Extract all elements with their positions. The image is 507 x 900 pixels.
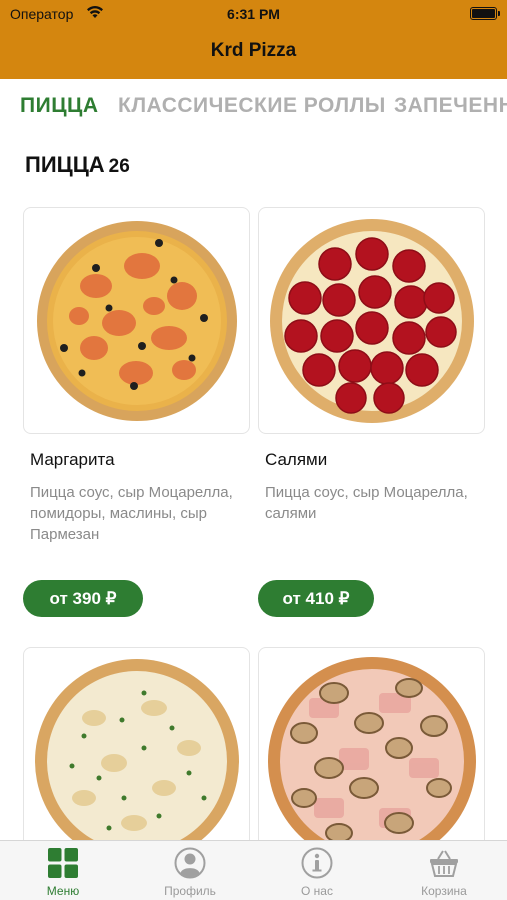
- product-image-salami[interactable]: [258, 207, 485, 434]
- grid-icon: [48, 848, 78, 878]
- nav-cart-label: Корзина: [421, 884, 467, 898]
- section-title-text: ПИЦЦА: [25, 152, 105, 177]
- tab-baked[interactable]: ЗАПЕЧЕННЫЕ: [394, 94, 507, 118]
- product-name-salami[interactable]: Салями: [265, 450, 327, 470]
- product-desc-margherita: Пицца соус, сыр Моцарелла, помидоры, мас…: [30, 484, 233, 543]
- pizza-salami-icon: [270, 219, 474, 423]
- battery-icon: [470, 7, 500, 20]
- tab-classic-rolls[interactable]: КЛАССИЧЕСКИЕ РОЛЛЫ: [118, 94, 386, 118]
- product-desc-salami: Пицца соус, сыр Моцарелла, салями: [265, 484, 468, 522]
- app-header: Оператор 6:31 PM Krd Pizza: [0, 0, 507, 79]
- nav-menu-label: Меню: [46, 884, 80, 898]
- nav-about[interactable]: О нас: [254, 841, 380, 900]
- product-name-margherita[interactable]: Маргарита: [30, 450, 115, 470]
- pizza-margherita-icon: [37, 221, 237, 421]
- nav-profile-label: Профиль: [164, 884, 216, 898]
- product-image-margherita[interactable]: [23, 207, 250, 434]
- price-button-margherita[interactable]: от 390 ₽: [23, 580, 143, 617]
- nav-cart[interactable]: Корзина: [381, 841, 507, 900]
- app-title: Krd Pizza: [210, 40, 297, 61]
- section-title: ПИЦЦА 26: [25, 152, 130, 178]
- clock: 6:31 PM: [227, 6, 280, 22]
- status-bar: Оператор 6:31 PM: [0, 0, 507, 28]
- basket-icon: [430, 850, 458, 877]
- nav-about-label: О нас: [301, 884, 333, 898]
- nav-profile[interactable]: Профиль: [127, 841, 253, 900]
- section-count: 26: [108, 156, 130, 177]
- bottom-nav: Меню Профиль О нас Корзина: [0, 840, 507, 900]
- profile-icon: [174, 847, 206, 879]
- nav-menu[interactable]: Меню: [0, 841, 126, 900]
- tab-pizza[interactable]: ПИЦЦА: [20, 94, 99, 118]
- price-button-salami[interactable]: от 410 ₽: [258, 580, 374, 617]
- info-icon: [301, 847, 333, 879]
- category-tabs[interactable]: ПИЦЦА КЛАССИЧЕСКИЕ РОЛЛЫ ЗАПЕЧЕННЫЕ: [0, 79, 507, 137]
